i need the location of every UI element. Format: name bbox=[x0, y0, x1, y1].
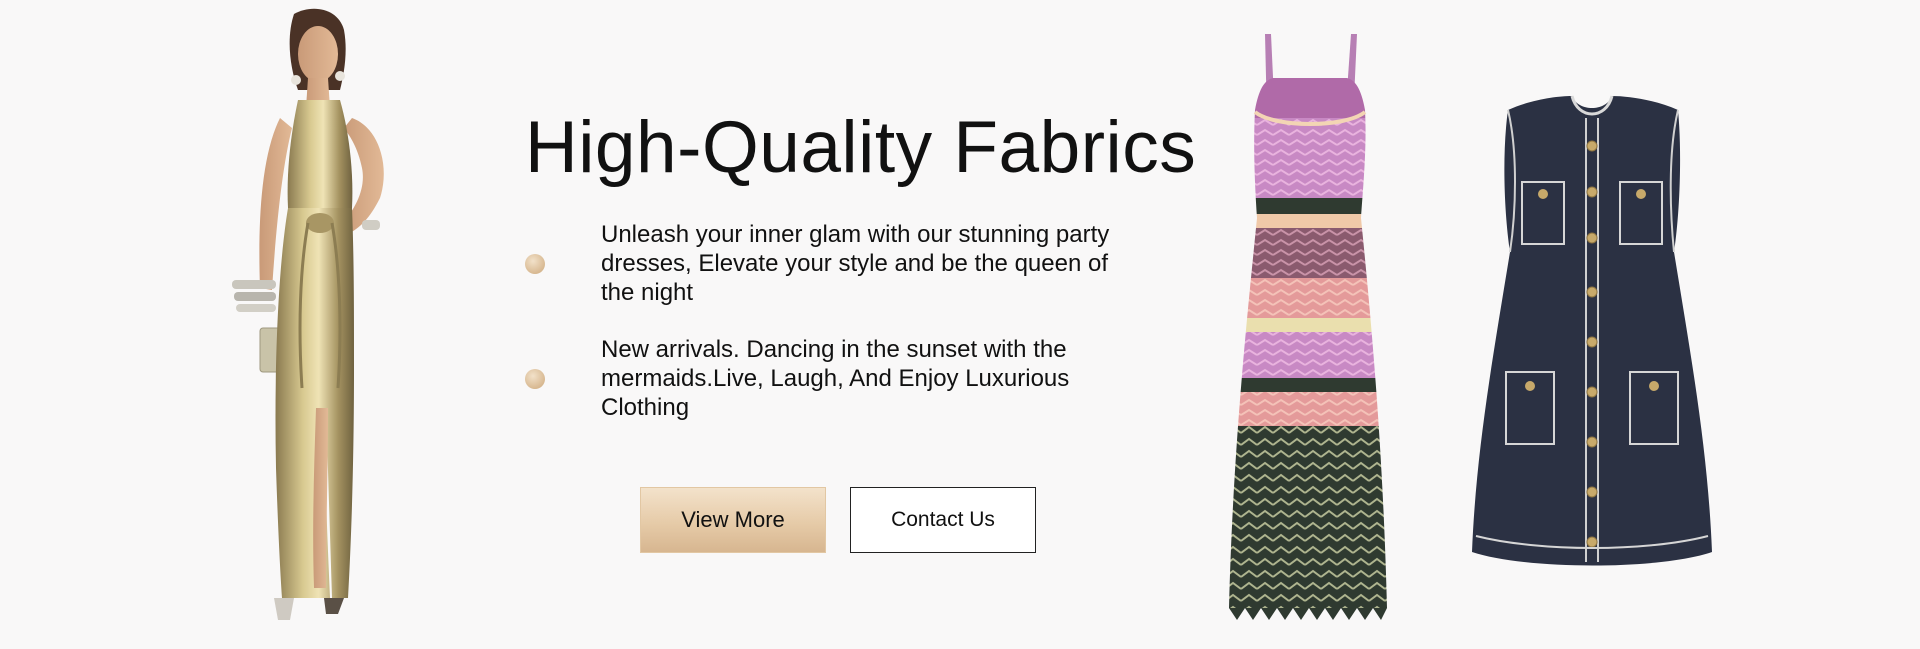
feature-bullet-text: Unleash your inner glam with our stunnin… bbox=[601, 221, 1110, 306]
feature-bullet: Unleash your inner glam with our stunnin… bbox=[525, 220, 1165, 307]
contact-us-button[interactable]: Contact Us bbox=[850, 487, 1036, 553]
knit-maxi-dress-image bbox=[1225, 28, 1395, 623]
page-title: High-Quality Fabrics bbox=[525, 107, 1197, 188]
bullet-dot-icon bbox=[525, 368, 545, 389]
navy-tweed-dress-image bbox=[1460, 92, 1725, 577]
feature-bullet-text: New arrivals. Dancing in the sunset with… bbox=[601, 336, 1070, 421]
model-gold-gown-image bbox=[220, 8, 460, 638]
view-more-button[interactable]: View More bbox=[640, 487, 826, 553]
bullet-dot-icon bbox=[525, 253, 545, 274]
feature-bullet: New arrivals. Dancing in the sunset with… bbox=[525, 335, 1165, 422]
